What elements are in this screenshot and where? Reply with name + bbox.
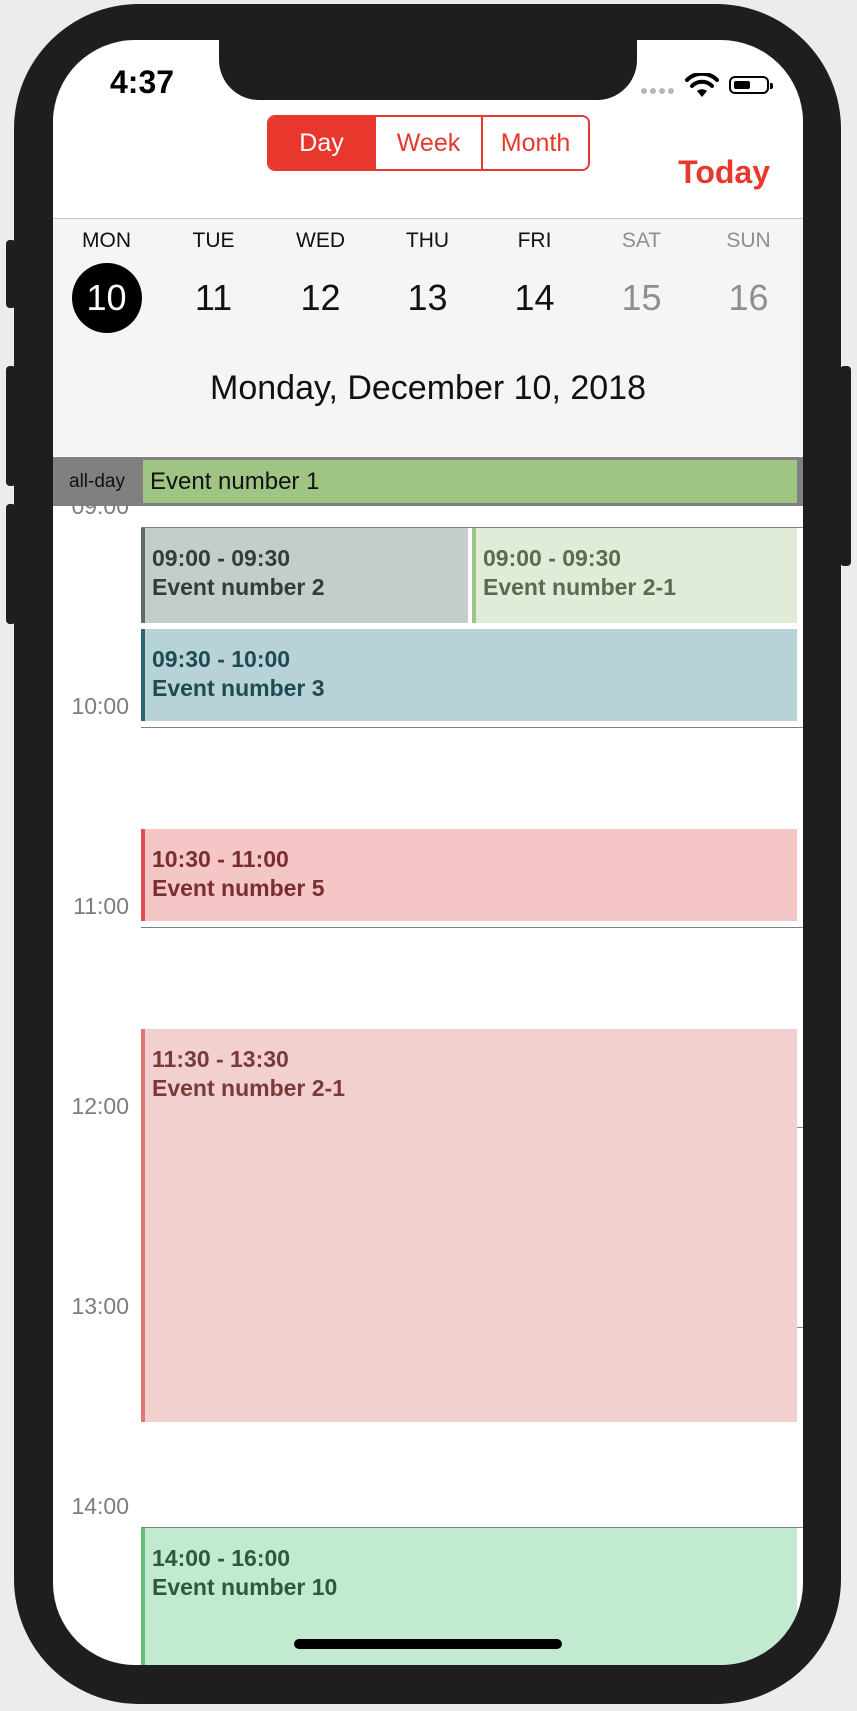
day-number: 15 bbox=[621, 277, 662, 318]
hour-label: 11:00 bbox=[73, 893, 129, 919]
screen: 4:37 Day Week Month Today MON 10 TUE 11 … bbox=[53, 40, 803, 1665]
day-number: 16 bbox=[728, 277, 769, 318]
day-name: TUE bbox=[192, 229, 235, 252]
hour-line bbox=[141, 927, 803, 928]
event-title: Event number 2 bbox=[152, 574, 325, 600]
event-time: 09:00 - 09:30 bbox=[152, 545, 291, 571]
event-block[interactable]: 09:30 - 10:00 Event number 3 bbox=[141, 629, 797, 721]
day-name: SUN bbox=[726, 229, 771, 252]
event-block[interactable]: 10:30 - 11:00 Event number 5 bbox=[141, 829, 797, 921]
battery-icon bbox=[729, 76, 773, 94]
event-title: Event number 10 bbox=[152, 1574, 338, 1600]
event-title: Event number 2-1 bbox=[483, 574, 676, 600]
status-time: 4:37 bbox=[110, 64, 175, 100]
all-day-event[interactable]: Event number 1 bbox=[143, 460, 797, 503]
hour-line bbox=[141, 727, 803, 728]
mute-switch bbox=[6, 240, 16, 308]
notch bbox=[219, 40, 637, 100]
day-timeline[interactable]: 09:00 10:00 11:00 12:00 13:00 14:00 09:0… bbox=[53, 493, 803, 1665]
event-title: Event number 3 bbox=[152, 675, 325, 701]
hour-label: 10:00 bbox=[71, 693, 129, 719]
day-name: MON bbox=[82, 229, 131, 252]
event-time: 09:00 - 09:30 bbox=[483, 545, 622, 571]
event-time: 10:30 - 11:00 bbox=[152, 846, 289, 872]
segment-week[interactable]: Week bbox=[374, 117, 481, 169]
day-number: 13 bbox=[407, 277, 448, 318]
selected-date-title: Monday, December 10, 2018 bbox=[210, 369, 646, 407]
day-number: 11 bbox=[194, 277, 233, 318]
event-time: 09:30 - 10:00 bbox=[152, 646, 291, 672]
hour-label: 14:00 bbox=[71, 1493, 129, 1519]
event-block[interactable]: 09:00 - 09:30 Event number 2 bbox=[141, 528, 468, 623]
home-indicator[interactable] bbox=[294, 1639, 562, 1649]
event-block[interactable]: 09:00 - 09:30 Event number 2-1 bbox=[472, 528, 797, 623]
power-button bbox=[840, 366, 851, 566]
day-number: 10 bbox=[71, 263, 142, 333]
event-block[interactable]: 11:30 - 13:30 Event number 2-1 bbox=[141, 1029, 797, 1422]
event-time: 11:30 - 13:30 bbox=[152, 1046, 289, 1072]
segment-day[interactable]: Day bbox=[269, 117, 374, 169]
day-name: FRI bbox=[517, 229, 552, 252]
week-strip: MON 10 TUE 11 WED 12 THU 13 FRI 14 SAT 1… bbox=[53, 219, 803, 456]
day-name: WED bbox=[296, 229, 345, 252]
cellular-signal-icon bbox=[641, 88, 674, 94]
all-day-row: all-day Event number 1 bbox=[53, 457, 803, 506]
today-button[interactable]: Today bbox=[678, 154, 770, 191]
hour-label: 13:00 bbox=[71, 1293, 129, 1319]
volume-down-button bbox=[6, 504, 16, 624]
day-name: SAT bbox=[621, 229, 662, 252]
day-name: THU bbox=[405, 229, 450, 252]
event-title: Event number 5 bbox=[152, 875, 325, 901]
segment-month[interactable]: Month bbox=[481, 117, 588, 169]
event-time: 14:00 - 16:00 bbox=[152, 1545, 291, 1571]
wifi-icon bbox=[685, 73, 719, 97]
hour-label: 09:00 bbox=[71, 493, 129, 519]
hour-label: 12:00 bbox=[71, 1093, 129, 1119]
day-number: 14 bbox=[514, 277, 555, 318]
day-number: 12 bbox=[300, 277, 341, 318]
view-mode-segmented-control[interactable]: Day Week Month bbox=[267, 115, 590, 171]
volume-up-button bbox=[6, 366, 16, 486]
event-title: Event number 2-1 bbox=[152, 1075, 345, 1101]
